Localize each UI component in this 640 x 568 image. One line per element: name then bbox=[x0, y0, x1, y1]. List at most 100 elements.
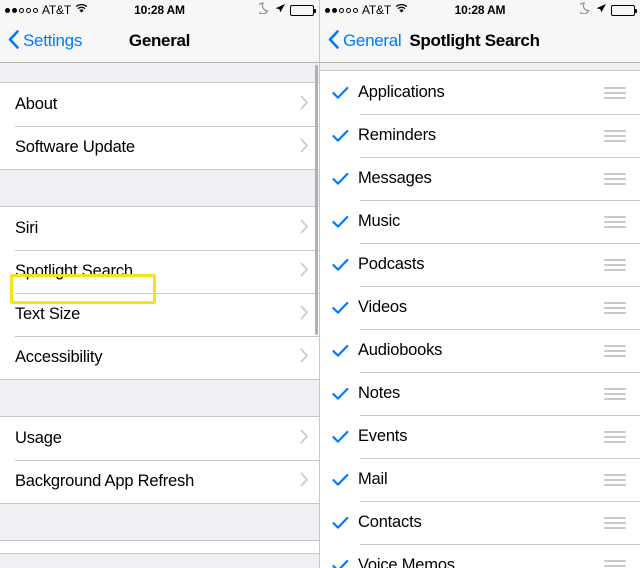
settings-row-text-size[interactable]: Text Size bbox=[0, 293, 319, 336]
reorder-handle-icon[interactable] bbox=[604, 345, 626, 357]
back-button-general[interactable]: General bbox=[328, 29, 401, 54]
status-bar-right-group bbox=[259, 0, 314, 20]
spotlight-row-reminders[interactable]: Reminders bbox=[320, 114, 640, 157]
signal-dot-empty bbox=[339, 8, 344, 13]
row-label: Videos bbox=[358, 298, 604, 317]
left-screen-general-settings: AT&T 10:28 AM bbox=[0, 0, 320, 568]
checkmark-icon bbox=[332, 516, 358, 530]
settings-group-2: Siri Spotlight Search Text Size bbox=[0, 206, 319, 380]
spotlight-row-notes[interactable]: Notes bbox=[320, 372, 640, 415]
row-label: Accessibility bbox=[15, 348, 300, 367]
general-settings-list[interactable]: About Software Update Siri bbox=[0, 63, 319, 568]
page-title-spotlight-search: Spotlight Search bbox=[409, 31, 539, 51]
row-label: About bbox=[15, 95, 300, 114]
checkmark-icon bbox=[332, 215, 358, 229]
section-gap bbox=[0, 170, 319, 206]
settings-group-3: Usage Background App Refresh bbox=[0, 416, 319, 504]
reorder-handle-icon[interactable] bbox=[604, 517, 626, 529]
settings-row-usage[interactable]: Usage bbox=[0, 417, 319, 460]
reorder-handle-icon[interactable] bbox=[604, 87, 626, 99]
row-label: Mail bbox=[358, 470, 604, 489]
checkmark-icon bbox=[332, 430, 358, 444]
reorder-handle-icon[interactable] bbox=[604, 388, 626, 400]
status-bar-right-group bbox=[580, 0, 635, 20]
spotlight-row-messages[interactable]: Messages bbox=[320, 157, 640, 200]
chevron-right-icon bbox=[300, 95, 309, 115]
list-top-gap bbox=[320, 63, 640, 70]
spotlight-row-events[interactable]: Events bbox=[320, 415, 640, 458]
signal-dot-empty bbox=[353, 8, 358, 13]
settings-row-background-app-refresh[interactable]: Background App Refresh bbox=[0, 460, 319, 503]
reorder-handle-icon[interactable] bbox=[604, 302, 626, 314]
chevron-right-icon bbox=[300, 219, 309, 239]
checkmark-icon bbox=[332, 473, 358, 487]
checkmark-icon bbox=[332, 559, 358, 568]
row-label: Spotlight Search bbox=[15, 262, 300, 281]
spotlight-row-contacts[interactable]: Contacts bbox=[320, 501, 640, 544]
settings-row-accessibility[interactable]: Accessibility bbox=[0, 336, 319, 379]
row-label: Messages bbox=[358, 169, 604, 188]
row-label: Voice Memos bbox=[358, 556, 604, 568]
settings-group-1: About Software Update bbox=[0, 82, 319, 170]
carrier-label: AT&T bbox=[362, 3, 391, 17]
spotlight-row-applications[interactable]: Applications bbox=[320, 71, 640, 114]
reorder-handle-icon[interactable] bbox=[604, 216, 626, 228]
reorder-handle-icon[interactable] bbox=[604, 130, 626, 142]
back-button-label: Settings bbox=[23, 31, 82, 51]
reorder-handle-icon[interactable] bbox=[604, 173, 626, 185]
chevron-right-icon bbox=[300, 262, 309, 282]
settings-row-about[interactable]: About bbox=[0, 83, 319, 126]
row-label: Software Update bbox=[15, 138, 300, 157]
wifi-icon bbox=[75, 1, 88, 19]
back-button-settings[interactable]: Settings bbox=[8, 29, 82, 54]
carrier-label: AT&T bbox=[42, 3, 71, 17]
settings-row-spotlight-search[interactable]: Spotlight Search bbox=[0, 250, 319, 293]
spotlight-row-audiobooks[interactable]: Audiobooks bbox=[320, 329, 640, 372]
checkmark-icon bbox=[332, 129, 358, 143]
reorder-handle-icon[interactable] bbox=[604, 259, 626, 271]
spotlight-row-music[interactable]: Music bbox=[320, 200, 640, 243]
spotlight-row-podcasts[interactable]: Podcasts bbox=[320, 243, 640, 286]
signal-dot-filled bbox=[5, 8, 10, 13]
signal-strength-dots bbox=[325, 8, 358, 13]
signal-dot-filled bbox=[325, 8, 330, 13]
checkmark-icon bbox=[332, 172, 358, 186]
row-label: Applications bbox=[358, 83, 604, 102]
status-bar-left: AT&T 10:28 AM bbox=[0, 0, 319, 20]
reorder-handle-icon[interactable] bbox=[604, 474, 626, 486]
spotlight-results-group: Applications Reminders Messages bbox=[320, 70, 640, 568]
checkmark-icon bbox=[332, 387, 358, 401]
right-screen-spotlight-search: AT&T 10:28 AM bbox=[320, 0, 640, 568]
row-label: Audiobooks bbox=[358, 341, 604, 360]
signal-dot-filled bbox=[332, 8, 337, 13]
settings-row-software-update[interactable]: Software Update bbox=[0, 126, 319, 169]
dual-screenshot-container: AT&T 10:28 AM bbox=[0, 0, 640, 568]
signal-dot-filled bbox=[12, 8, 17, 13]
do-not-disturb-moon-icon bbox=[580, 1, 591, 19]
signal-dot-empty bbox=[26, 8, 31, 13]
checkmark-icon bbox=[332, 86, 358, 100]
location-arrow-icon bbox=[595, 1, 607, 19]
reorder-handle-icon[interactable] bbox=[604, 431, 626, 443]
checkmark-icon bbox=[332, 301, 358, 315]
chevron-right-icon bbox=[300, 348, 309, 368]
section-gap bbox=[0, 63, 319, 82]
settings-group-4-partial bbox=[0, 540, 319, 554]
spotlight-row-voice-memos[interactable]: Voice Memos bbox=[320, 544, 640, 568]
chevron-left-icon bbox=[328, 30, 339, 54]
wifi-icon bbox=[395, 1, 408, 19]
signal-dot-empty bbox=[346, 8, 351, 13]
section-gap bbox=[0, 504, 319, 540]
scroll-indicator[interactable] bbox=[315, 65, 318, 335]
reorder-handle-icon[interactable] bbox=[604, 560, 626, 568]
row-label: Podcasts bbox=[358, 255, 604, 274]
row-label: Usage bbox=[15, 429, 300, 448]
spotlight-row-videos[interactable]: Videos bbox=[320, 286, 640, 329]
section-gap bbox=[0, 380, 319, 416]
signal-strength-dots bbox=[5, 8, 38, 13]
row-label: Siri bbox=[15, 219, 300, 238]
spotlight-search-list[interactable]: Applications Reminders Messages bbox=[320, 63, 640, 568]
settings-row-siri[interactable]: Siri bbox=[0, 207, 319, 250]
row-label: Reminders bbox=[358, 126, 604, 145]
spotlight-row-mail[interactable]: Mail bbox=[320, 458, 640, 501]
